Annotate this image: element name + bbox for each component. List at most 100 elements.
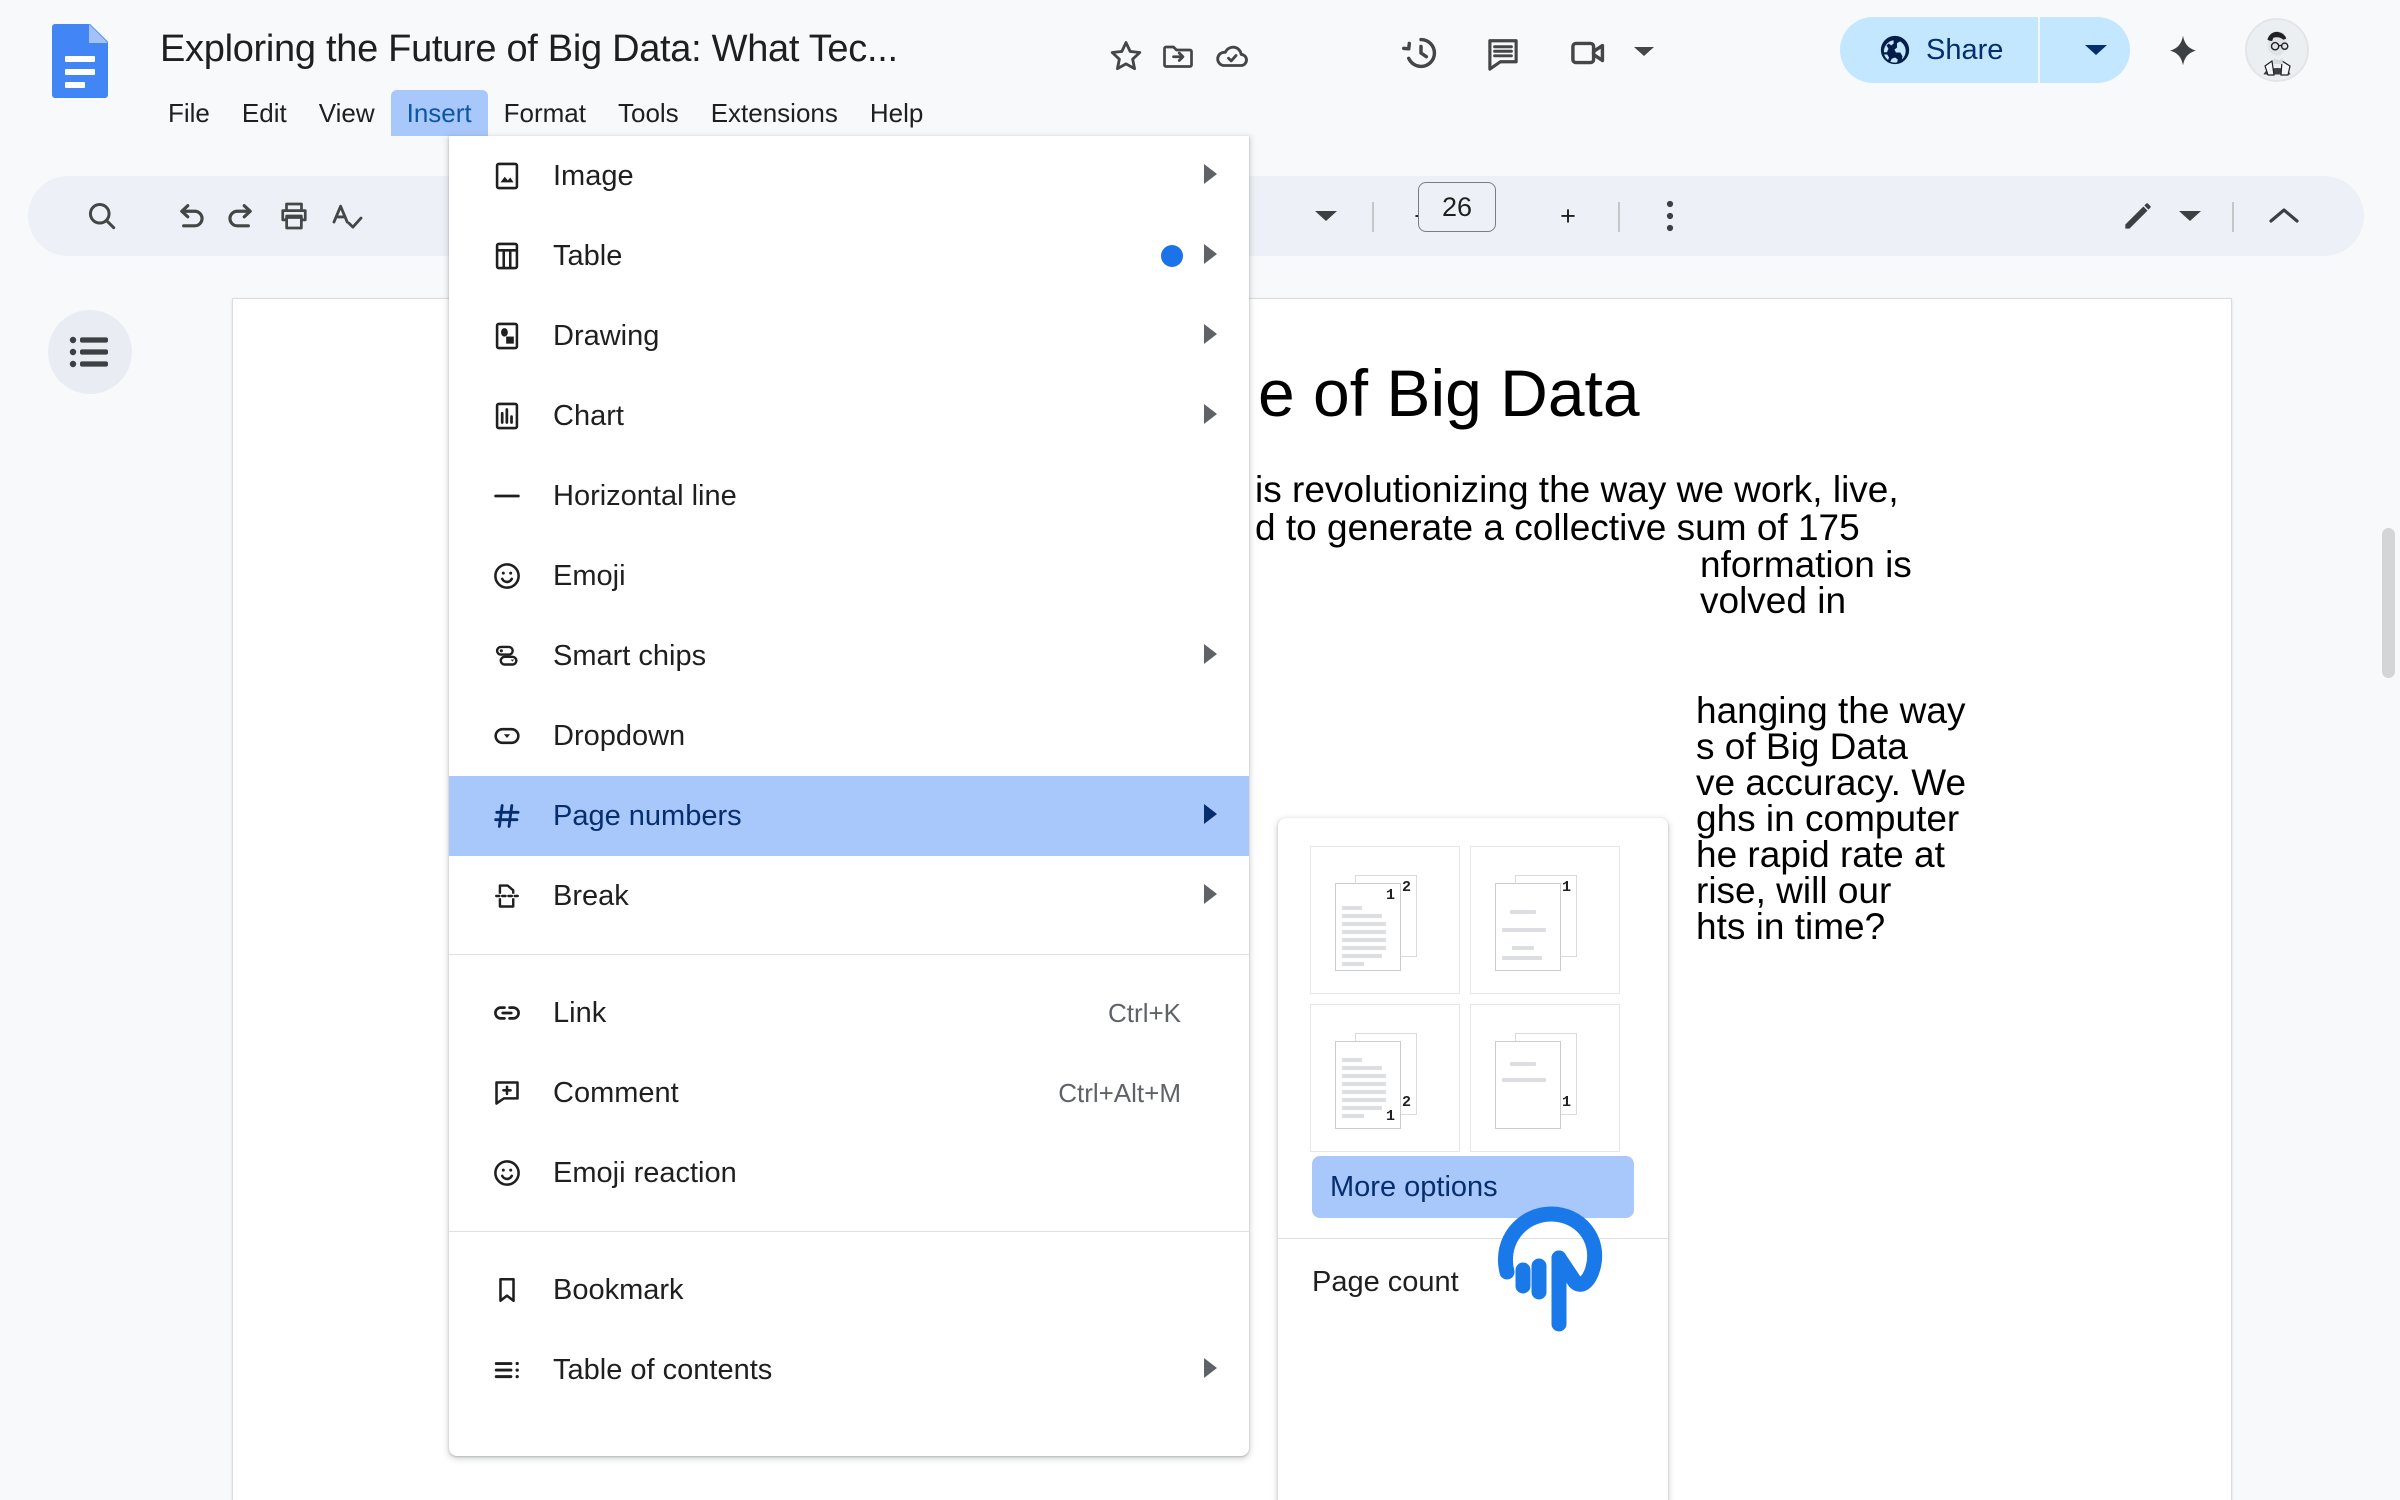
page-number-option-bottom-right-all-pages[interactable]: 2 1 bbox=[1310, 1004, 1460, 1152]
page-number-option-top-right-skip-first[interactable]: 1 bbox=[1470, 846, 1620, 994]
zoom-caret-icon[interactable] bbox=[1300, 190, 1352, 242]
menu-view[interactable]: View bbox=[303, 90, 391, 136]
menu-item-label: Comment bbox=[553, 1076, 679, 1109]
comment-icon bbox=[479, 1076, 535, 1110]
horizontal-line-icon bbox=[479, 479, 535, 513]
globe-icon bbox=[1878, 33, 1912, 67]
document-outline-icon[interactable] bbox=[48, 310, 132, 394]
menu-item-image[interactable]: Image bbox=[449, 136, 1249, 216]
drawing-icon bbox=[479, 319, 535, 353]
font-size-increase-icon[interactable]: + bbox=[1542, 190, 1594, 242]
page-number-option-top-right-all-pages[interactable]: 2 1 bbox=[1310, 846, 1460, 994]
comment-history-icon[interactable] bbox=[1472, 22, 1534, 84]
menu-item-emoji-reaction[interactable]: Emoji reaction bbox=[449, 1133, 1249, 1213]
menu-item-table[interactable]: Table bbox=[449, 216, 1249, 296]
page-count-item[interactable]: Page count bbox=[1312, 1266, 1459, 1299]
document-heading: e of Big Data bbox=[1258, 356, 1640, 430]
menu-item-chart[interactable]: Chart bbox=[449, 376, 1249, 456]
meet-caret-icon[interactable] bbox=[1622, 30, 1666, 74]
menu-item-link[interactable]: Link Ctrl+K bbox=[449, 973, 1249, 1053]
menu-format[interactable]: Format bbox=[488, 90, 602, 136]
submenu-divider bbox=[1278, 1238, 1668, 1239]
submenu-arrow-icon bbox=[1202, 323, 1219, 350]
share-caret-icon[interactable] bbox=[2062, 17, 2130, 83]
meet-camera-icon[interactable] bbox=[1558, 22, 1620, 84]
dropdown-icon bbox=[479, 719, 535, 753]
docs-file-icon[interactable] bbox=[52, 24, 108, 98]
menu-item-label: Table bbox=[553, 239, 623, 272]
table-icon bbox=[479, 239, 535, 273]
menu-divider-2 bbox=[449, 1231, 1249, 1232]
share-divider bbox=[2038, 17, 2040, 83]
menu-item-comment[interactable]: Comment Ctrl+Alt+M bbox=[449, 1053, 1249, 1133]
menu-item-label: Bookmark bbox=[553, 1273, 684, 1306]
menu-extensions[interactable]: Extensions bbox=[695, 90, 854, 136]
menu-item-label: Emoji reaction bbox=[553, 1156, 737, 1189]
menu-item-bookmark[interactable]: Bookmark bbox=[449, 1250, 1249, 1330]
scrollbar-track[interactable] bbox=[2378, 256, 2400, 1500]
page-numbers-submenu: 2 1 1 2 1 1 More options Page count bbox=[1278, 818, 1668, 1500]
editing-mode-pencil-icon[interactable] bbox=[2112, 190, 2164, 242]
toolbar-divider-2 bbox=[1618, 202, 1620, 232]
more-options-icon[interactable] bbox=[1644, 190, 1696, 242]
table-of-contents-icon bbox=[479, 1353, 535, 1387]
menu-item-label: Link bbox=[553, 996, 607, 1029]
menu-item-smart-chips[interactable]: Smart chips bbox=[449, 616, 1249, 696]
menu-item-label: Chart bbox=[553, 399, 624, 432]
print-icon[interactable] bbox=[268, 190, 320, 242]
menu-tools[interactable]: Tools bbox=[602, 90, 695, 136]
menubar: File Edit View Insert Format Tools Exten… bbox=[152, 90, 939, 136]
menu-help[interactable]: Help bbox=[854, 90, 939, 136]
menu-item-label: Horizontal line bbox=[553, 479, 737, 512]
app-header: Exploring the Future of Big Data: What T… bbox=[0, 0, 2400, 140]
smart-chips-icon bbox=[479, 639, 535, 673]
submenu-arrow-icon bbox=[1202, 163, 1219, 190]
redo-icon[interactable] bbox=[216, 190, 268, 242]
submenu-arrow-icon bbox=[1202, 643, 1219, 670]
menu-item-table-of-contents[interactable]: Table of contents bbox=[449, 1330, 1249, 1410]
page-number-options-grid: 2 1 1 2 1 1 bbox=[1310, 846, 1620, 1152]
menu-item-page-numbers[interactable]: Page numbers bbox=[449, 776, 1249, 856]
move-to-folder-icon[interactable] bbox=[1152, 30, 1204, 82]
break-icon bbox=[479, 879, 535, 913]
page-number-option-bottom-right-skip-first[interactable]: 1 bbox=[1470, 1004, 1620, 1152]
submenu-arrow-icon bbox=[1202, 243, 1219, 270]
bookmark-icon bbox=[479, 1273, 535, 1307]
link-icon bbox=[479, 996, 535, 1030]
editing-mode-caret-icon[interactable] bbox=[2164, 190, 2216, 242]
menu-edit[interactable]: Edit bbox=[226, 90, 303, 136]
document-paragraph2-line: hts in time? bbox=[1696, 906, 1886, 947]
scrollbar-thumb[interactable] bbox=[2382, 528, 2395, 678]
submenu-arrow-icon bbox=[1202, 883, 1219, 910]
document-paragraph-line: volved in bbox=[1700, 580, 1847, 621]
menu-item-drawing[interactable]: Drawing bbox=[449, 296, 1249, 376]
menu-item-label: Smart chips bbox=[553, 639, 707, 672]
font-size-input[interactable]: 26 bbox=[1418, 182, 1496, 232]
emoji-reaction-icon bbox=[479, 1156, 535, 1190]
menu-file[interactable]: File bbox=[152, 90, 226, 136]
avatar[interactable] bbox=[2245, 18, 2309, 82]
toolbar-divider bbox=[1372, 202, 1374, 232]
search-icon[interactable] bbox=[76, 190, 128, 242]
gemini-spark-icon[interactable] bbox=[2155, 24, 2211, 78]
collapse-toolbar-icon[interactable] bbox=[2258, 190, 2310, 242]
page-numbers-icon bbox=[479, 799, 535, 833]
submenu-arrow-icon bbox=[1202, 403, 1219, 430]
spellcheck-icon[interactable] bbox=[320, 190, 372, 242]
undo-icon[interactable] bbox=[164, 190, 216, 242]
more-options-button[interactable]: More options bbox=[1312, 1156, 1634, 1218]
image-icon bbox=[479, 159, 535, 193]
menu-item-dropdown[interactable]: Dropdown bbox=[449, 696, 1249, 776]
cloud-saved-icon[interactable] bbox=[1206, 30, 1258, 82]
star-icon[interactable] bbox=[1100, 30, 1152, 82]
menu-item-label: Emoji bbox=[553, 559, 626, 592]
menu-divider bbox=[449, 954, 1249, 955]
menu-item-label: Drawing bbox=[553, 319, 660, 352]
menu-item-emoji[interactable]: Emoji bbox=[449, 536, 1249, 616]
toolbar-divider-3 bbox=[2232, 202, 2234, 232]
menu-item-break[interactable]: Break bbox=[449, 856, 1249, 936]
menu-item-horizontal-line[interactable]: Horizontal line bbox=[449, 456, 1249, 536]
version-history-icon[interactable] bbox=[1390, 22, 1452, 84]
page-title[interactable]: Exploring the Future of Big Data: What T… bbox=[160, 28, 898, 71]
menu-insert[interactable]: Insert bbox=[390, 90, 488, 136]
